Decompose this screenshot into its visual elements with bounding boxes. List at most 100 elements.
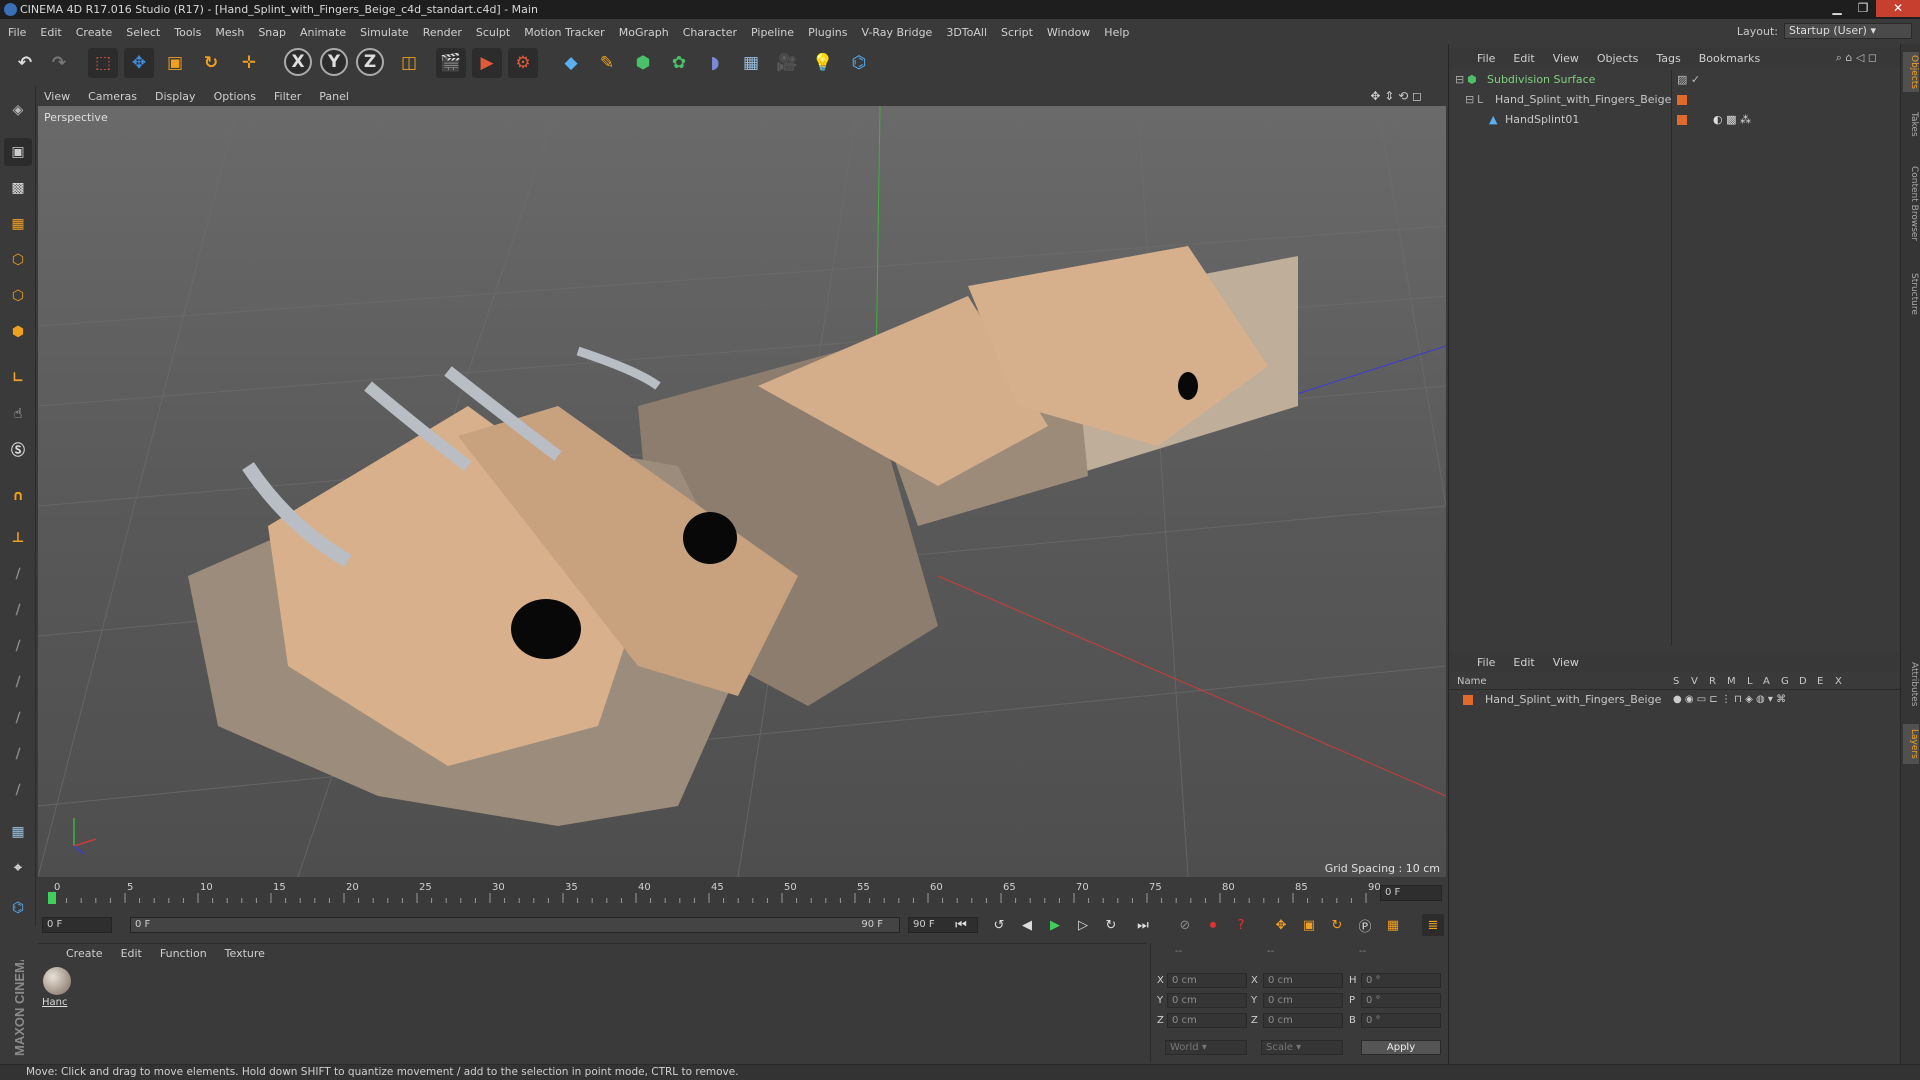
visibility-check-icon[interactable]: ▨ ✓ [1677,72,1700,88]
start-frame-field[interactable]: 0 F [42,917,112,933]
y-axis-icon[interactable]: Y [320,48,348,76]
camera-icon[interactable]: 🎥 [772,48,802,78]
polygons-mode-icon[interactable]: ⬢ [4,318,32,346]
light-icon[interactable]: 💡 [808,48,838,78]
magnet-icon[interactable]: ∩ [4,482,32,510]
redo-icon[interactable]: ↷ [44,48,74,78]
frame-range-slider[interactable]: 0 F 90 F [130,917,900,933]
object-menu-view[interactable]: View [1553,52,1579,65]
parameter-key-icon[interactable]: Ⓟ [1354,914,1376,936]
x-axis-icon[interactable]: X [284,48,312,76]
menu-mograph[interactable]: MoGraph [619,26,669,39]
viewport-menu-filter[interactable]: Filter [274,90,301,103]
current-frame-field[interactable]: 0 F [1380,885,1442,901]
deformer-icon[interactable]: ◗ [700,48,730,78]
array-icon[interactable]: ✿ [664,48,694,78]
menu-simulate[interactable]: Simulate [360,26,409,39]
menu-character[interactable]: Character [683,26,737,39]
object-menu-bookmarks[interactable]: Bookmarks [1699,52,1760,65]
next-frame-icon[interactable]: ▷ [1072,914,1094,936]
menu-select[interactable]: Select [126,26,160,39]
minimize-button[interactable]: ▁ [1824,0,1850,17]
tab-content-browser[interactable]: Content Browser [1903,154,1919,254]
playhead-marker[interactable] [48,892,56,904]
layer-color-swatch[interactable] [1463,695,1473,705]
menu-plugins[interactable]: Plugins [808,26,847,39]
cube-icon[interactable]: ◆ [556,48,586,78]
brush-1-icon[interactable]: ∕ [4,560,32,588]
menu-sculpt[interactable]: Sculpt [476,26,510,39]
material-menu-create[interactable]: Create [66,947,103,960]
scale-key-icon[interactable]: ▣ [1298,914,1320,936]
layer-menu-file[interactable]: File [1477,656,1495,669]
size-y-field[interactable]: 0 cm [1263,993,1343,1008]
object-menu-file[interactable]: File [1477,52,1495,65]
menu-vray-bridge[interactable]: V-Ray Bridge [861,26,932,39]
tweak-mode-icon[interactable]: ☝ [4,400,32,428]
axis-mode-icon[interactable]: ∟ [4,364,32,392]
layer-menu-edit[interactable]: Edit [1513,656,1534,669]
close-button[interactable]: ✕ [1876,0,1920,17]
position-key-icon[interactable]: ✥ [1270,914,1292,936]
object-row-hand-splint[interactable]: ⊟ L Hand_Splint_with_Fingers_Beige [1449,92,1901,108]
subdivision-icon[interactable]: ⬢ [628,48,658,78]
sculpt-tool-icon[interactable]: ⌖ [4,854,32,882]
menu-window[interactable]: Window [1047,26,1090,39]
menu-mesh[interactable]: Mesh [215,26,244,39]
rot-p-field[interactable]: 0 ° [1361,993,1441,1008]
layer-toggle-icons[interactable]: ● ◉ ▭ ⊏ ⋮ ⊓ ◈ ◍ ▾ ⌘ [1673,692,1786,708]
size-z-field[interactable]: 0 cm [1263,1013,1343,1028]
menu-render[interactable]: Render [423,26,462,39]
brush-2-icon[interactable]: ∕ [4,596,32,624]
live-select-icon[interactable]: ⬚ [88,48,118,78]
rot-h-field[interactable]: 0 ° [1361,973,1441,988]
go-to-start-icon[interactable]: ⏮ [950,914,972,936]
maximize-button[interactable]: ❐ [1850,0,1876,17]
pla-key-icon[interactable]: ▦ [1382,914,1404,936]
transform-icon[interactable]: ✛ [234,48,264,78]
material-menu-edit[interactable]: Edit [121,947,142,960]
menu-snap[interactable]: Snap [258,26,286,39]
brush-4-icon[interactable]: ∕ [4,668,32,696]
brush-5-icon[interactable]: ∕ [4,704,32,732]
object-row-subdivision[interactable]: ⊟ ⬢ Subdivision Surface ▨ ✓ [1449,72,1901,88]
tab-takes[interactable]: Takes [1903,104,1919,144]
pen-spline-icon[interactable]: ✎ [592,48,622,78]
size-mode-dropdown[interactable]: Scale ▾ [1261,1040,1343,1055]
menu-tools[interactable]: Tools [174,26,201,39]
material-name[interactable]: Hanc [42,997,67,1008]
render-settings-icon[interactable]: ⚙ [508,48,538,78]
undo-icon[interactable]: ↶ [10,48,40,78]
z-axis-icon[interactable]: Z [356,48,384,76]
viewport-menu-view[interactable]: View [44,90,70,103]
brush-3-icon[interactable]: ∕ [4,632,32,660]
python-script-icon[interactable]: ⌬ [4,894,32,922]
material-menu-function[interactable]: Function [160,947,207,960]
menu-3dtoall[interactable]: 3DToAll [946,26,987,39]
size-x-field[interactable]: 0 cm [1263,973,1343,988]
tab-attributes[interactable]: Attributes [1903,654,1919,714]
workplane-icon[interactable]: ▦ [4,210,32,238]
previous-frame-icon[interactable]: ◀ [1016,914,1038,936]
material-menu-texture[interactable]: Texture [225,947,265,960]
menu-motion-tracker[interactable]: Motion Tracker [524,26,604,39]
coordinate-system-icon[interactable]: ◫ [394,48,424,78]
pos-z-field[interactable]: 0 cm [1167,1013,1247,1028]
menu-animate[interactable]: Animate [300,26,346,39]
menu-create[interactable]: Create [76,26,113,39]
menu-help[interactable]: Help [1104,26,1129,39]
object-menu-objects[interactable]: Objects [1597,52,1639,65]
tab-structure[interactable]: Structure [1903,264,1919,324]
texture-mode-icon[interactable]: ▩ [4,174,32,202]
autokey-icon[interactable]: ⏺ [1202,914,1224,936]
pos-y-field[interactable]: 0 cm [1167,993,1247,1008]
menu-edit[interactable]: Edit [40,26,61,39]
menu-script[interactable]: Script [1001,26,1033,39]
object-menu-edit[interactable]: Edit [1513,52,1534,65]
rot-b-field[interactable]: 0 ° [1361,1013,1441,1028]
3d-viewport[interactable] [38,106,1446,877]
grid-tool-icon[interactable]: ▦ [4,818,32,846]
menu-file[interactable]: File [8,26,26,39]
viewport-menu-cameras[interactable]: Cameras [88,90,137,103]
layout-dropdown[interactable]: Startup (User) ▾ [1784,23,1912,39]
